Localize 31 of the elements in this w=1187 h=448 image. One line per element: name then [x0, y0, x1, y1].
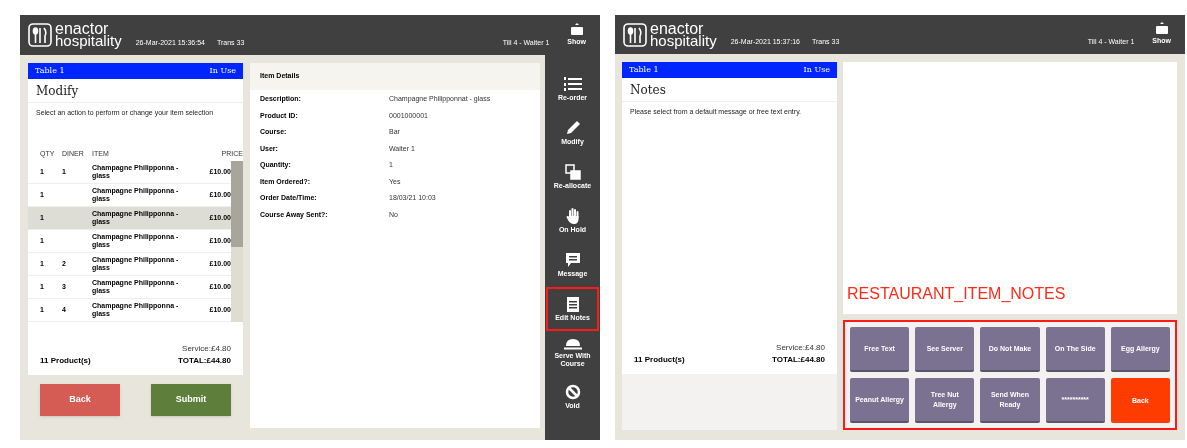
prohibited-icon	[564, 384, 581, 400]
screen-title: Notes	[622, 78, 837, 102]
screen-title: Modify	[28, 79, 243, 103]
product-count: 11 Product(s)	[40, 355, 91, 367]
order-total: TOTAL:£44.80	[771, 354, 825, 366]
logo-text: hospitality	[55, 35, 122, 47]
logo-text: enactor	[650, 22, 704, 35]
numbered-list-icon	[563, 76, 582, 92]
cloche-icon	[563, 338, 582, 350]
pencil-icon	[564, 120, 581, 136]
speech-bubble-icon	[564, 252, 581, 268]
hand-icon	[565, 208, 580, 224]
keyboard-icon	[570, 22, 583, 37]
service-charge: Service:£4.80	[182, 343, 231, 355]
table-name: Table 1	[35, 65, 65, 77]
service-charge: Service:£4.80	[776, 342, 825, 354]
screen-id-annotation: RESTAURANT_ITEM_NOTES	[847, 284, 1066, 304]
cutlery-icon	[28, 23, 52, 47]
overlapping-squares-icon	[564, 164, 581, 180]
logo-text: enactor	[55, 23, 109, 35]
keyboard-icon	[1155, 22, 1168, 37]
table-name: Table 1	[629, 64, 659, 76]
order-total: TOTAL:£44.80	[177, 355, 231, 367]
table-status: In Use	[209, 65, 236, 77]
logo-text: hospitality	[650, 34, 717, 47]
product-count: 11 Product(s)	[634, 354, 685, 366]
back-button[interactable]: Back	[40, 384, 120, 416]
cutlery-icon	[623, 22, 647, 47]
table-status: In Use	[803, 64, 830, 76]
submit-button[interactable]: Submit	[151, 384, 231, 416]
notepad-icon	[565, 296, 580, 312]
